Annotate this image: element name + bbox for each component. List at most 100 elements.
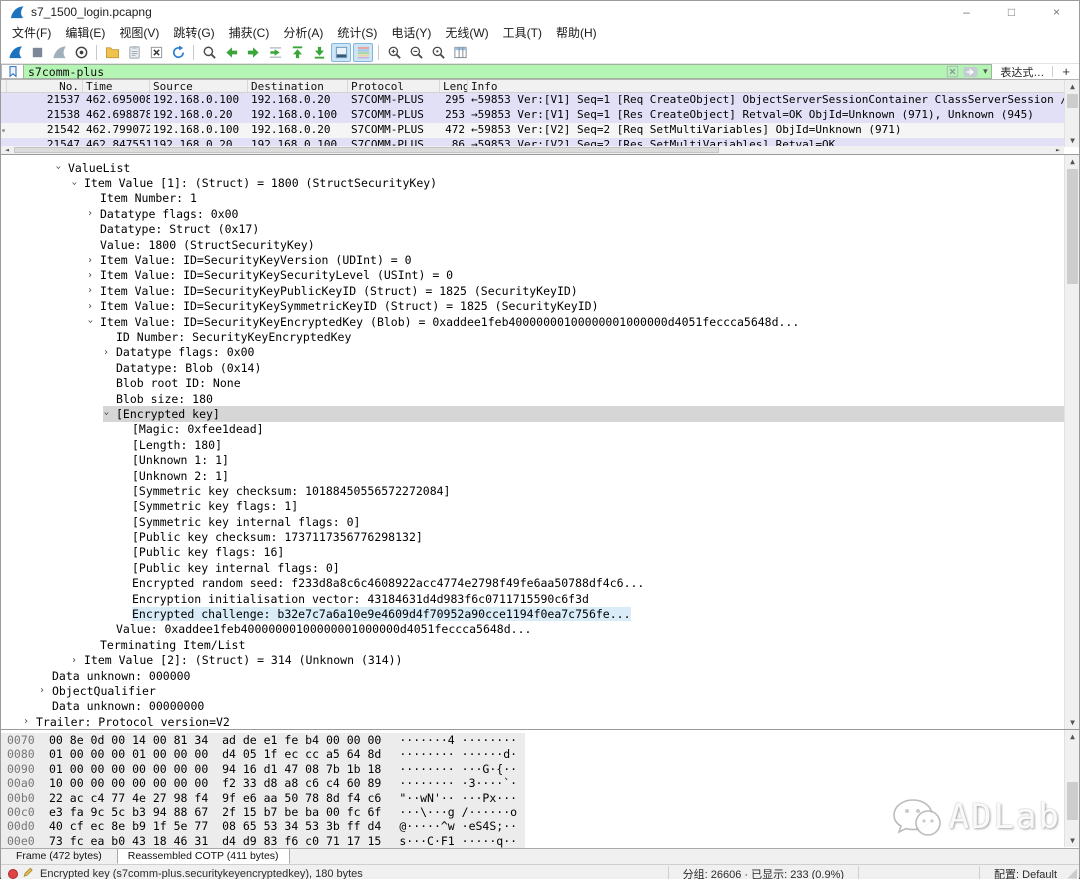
tree-row[interactable]: [Symmetric key flags: 1] bbox=[1, 499, 1079, 514]
collapse-arrow-icon[interactable] bbox=[103, 347, 116, 358]
tree-row[interactable]: [Public key flags: 16] bbox=[1, 545, 1079, 560]
hex-row[interactable]: 00d040 cf ec 8e b9 1f 5e 77 08 65 53 34 … bbox=[1, 819, 1079, 833]
go-forward-icon[interactable] bbox=[243, 43, 263, 62]
tree-row[interactable]: Encrypted challenge: b32e7c7a6a10e9e4609… bbox=[1, 606, 1079, 621]
tree-row[interactable]: Datatype: Blob (0x14) bbox=[1, 360, 1079, 375]
capture-start-icon[interactable] bbox=[5, 43, 25, 62]
hex-row[interactable]: 00a010 00 00 00 00 00 00 00 f2 33 d8 a8 … bbox=[1, 776, 1079, 790]
tree-row[interactable]: Encrypted random seed: f233d8a8c6c460892… bbox=[1, 576, 1079, 591]
tree-row[interactable]: Item Value: ID=SecurityKeyVersion (UDInt… bbox=[1, 252, 1079, 267]
expression-button[interactable]: 表达式… bbox=[992, 64, 1052, 79]
menu-item[interactable]: 编辑(E) bbox=[58, 22, 112, 43]
tree-row[interactable]: [Public key checksum: 173711735677629813… bbox=[1, 529, 1079, 544]
packet-row[interactable]: 21538462.698878192.168.0.20192.168.0.100… bbox=[1, 108, 1079, 123]
collapse-arrow-icon[interactable] bbox=[71, 655, 84, 666]
tree-row[interactable]: [Length: 180] bbox=[1, 437, 1079, 452]
collapse-arrow-icon[interactable] bbox=[87, 270, 100, 281]
hex-row[interactable]: 009001 00 00 00 00 00 00 00 94 16 d1 47 … bbox=[1, 762, 1079, 776]
close-button[interactable]: × bbox=[1034, 1, 1079, 23]
zoom-out-icon[interactable] bbox=[406, 43, 426, 62]
tree-row[interactable]: ValueList bbox=[1, 160, 1079, 175]
menu-item[interactable]: 无线(W) bbox=[438, 22, 495, 43]
hex-row[interactable]: 008001 00 00 00 01 00 00 00 d4 05 1f ec … bbox=[1, 747, 1079, 761]
tree-row[interactable]: Datatype flags: 0x00 bbox=[1, 206, 1079, 221]
tree-row[interactable]: ID Number: SecurityKeyEncryptedKey bbox=[1, 329, 1079, 344]
tree-row[interactable]: Value: 0xaddee1feb4000000010000000100000… bbox=[1, 622, 1079, 637]
hex-row[interactable]: 00b022 ac c4 77 4e 27 98 f4 9f e6 aa 50 … bbox=[1, 791, 1079, 805]
menu-item[interactable]: 捕获(C) bbox=[222, 22, 277, 43]
tree-row[interactable]: Trailer: Protocol version=V2 bbox=[1, 714, 1079, 729]
tree-row[interactable]: Item Value [2]: (Struct) = 314 (Unknown … bbox=[1, 653, 1079, 668]
go-back-icon[interactable] bbox=[221, 43, 241, 62]
packet-row[interactable]: 21537462.695008192.168.0.100192.168.0.20… bbox=[1, 93, 1079, 108]
zoom-reset-icon[interactable] bbox=[428, 43, 448, 62]
menu-item[interactable]: 视图(V) bbox=[112, 22, 166, 43]
filter-dropdown-caret-icon[interactable]: ▾ bbox=[979, 66, 991, 77]
tree-row[interactable]: [Public key internal flags: 0] bbox=[1, 560, 1079, 575]
tree-row[interactable]: Item Value: ID=SecurityKeyEncryptedKey (… bbox=[1, 314, 1079, 329]
hex-row[interactable]: 007000 8e 0d 00 14 00 81 34 ad de e1 fe … bbox=[1, 733, 1079, 747]
tree-row[interactable]: Datatype: Struct (0x17) bbox=[1, 222, 1079, 237]
tree-row[interactable]: Item Value: ID=SecurityKeyPublicKeyID (S… bbox=[1, 283, 1079, 298]
go-last-icon[interactable] bbox=[309, 43, 329, 62]
tree-row[interactable]: [Encrypted key] bbox=[1, 406, 1079, 421]
auto-scroll-icon[interactable] bbox=[331, 43, 351, 62]
expand-arrow-icon[interactable] bbox=[71, 178, 84, 189]
column-header-protocol[interactable]: Protocol bbox=[348, 80, 440, 92]
capture-restart-icon[interactable] bbox=[49, 43, 69, 62]
file-save-icon[interactable] bbox=[124, 43, 144, 62]
column-header-time[interactable]: Time bbox=[83, 80, 150, 92]
menu-item[interactable]: 统计(S) bbox=[330, 22, 384, 43]
menu-item[interactable]: 电话(Y) bbox=[384, 22, 438, 43]
reload-icon[interactable] bbox=[168, 43, 188, 62]
filter-clear-icon[interactable] bbox=[943, 65, 961, 78]
tree-row[interactable]: Data unknown: 000000 bbox=[1, 668, 1079, 683]
status-profile[interactable]: 配置: Default bbox=[979, 866, 1067, 879]
collapse-arrow-icon[interactable] bbox=[87, 255, 100, 266]
tree-row[interactable]: Item Value: ID=SecurityKeySymmetricKeyID… bbox=[1, 299, 1079, 314]
tree-row[interactable]: [Unknown 1: 1] bbox=[1, 452, 1079, 467]
tree-row[interactable]: Item Number: 1 bbox=[1, 191, 1079, 206]
file-open-icon[interactable] bbox=[102, 43, 122, 62]
hex-row[interactable]: 00c0e3 fa 9c 5c b3 94 88 67 2f 15 b7 be … bbox=[1, 805, 1079, 819]
tree-row[interactable]: [Unknown 2: 1] bbox=[1, 468, 1079, 483]
tree-row[interactable]: Terminating Item/List bbox=[1, 637, 1079, 652]
maximize-button[interactable]: □ bbox=[989, 1, 1034, 23]
zoom-in-icon[interactable] bbox=[384, 43, 404, 62]
colorize-icon[interactable] bbox=[353, 43, 373, 62]
tree-row[interactable]: Data unknown: 00000000 bbox=[1, 699, 1079, 714]
tree-row[interactable]: Blob root ID: None bbox=[1, 375, 1079, 390]
column-header-info[interactable]: Info bbox=[468, 80, 1079, 92]
add-filter-button[interactable]: + bbox=[1053, 64, 1079, 79]
find-packet-icon[interactable] bbox=[199, 43, 219, 62]
file-close-icon[interactable] bbox=[146, 43, 166, 62]
byte-view-tab[interactable]: Reassembled COTP (411 bytes) bbox=[117, 848, 290, 864]
tree-row[interactable]: Blob size: 180 bbox=[1, 391, 1079, 406]
expert-info-icon[interactable] bbox=[8, 869, 18, 879]
column-header-leng[interactable]: Leng bbox=[440, 80, 468, 92]
column-header-destination[interactable]: Destination bbox=[248, 80, 348, 92]
collapse-arrow-icon[interactable] bbox=[87, 208, 100, 219]
tree-row[interactable]: Item Value: ID=SecurityKeySecurityLevel … bbox=[1, 268, 1079, 283]
capture-comment-icon[interactable] bbox=[22, 866, 34, 879]
expand-arrow-icon[interactable] bbox=[103, 408, 116, 419]
column-header-source[interactable]: Source bbox=[150, 80, 248, 92]
collapse-arrow-icon[interactable] bbox=[87, 285, 100, 296]
tree-row[interactable]: Item Value [1]: (Struct) = 1800 (StructS… bbox=[1, 175, 1079, 190]
hex-row[interactable]: 00e073 fc ea b0 43 18 46 31 d4 d9 83 f6 … bbox=[1, 834, 1079, 848]
filter-apply-icon[interactable] bbox=[961, 65, 979, 78]
minimize-button[interactable]: – bbox=[944, 1, 989, 23]
detail-vertical-scrollbar[interactable]: ▲ ▼ bbox=[1064, 155, 1079, 729]
tree-row[interactable]: Encryption initialisation vector: 431846… bbox=[1, 591, 1079, 606]
expand-arrow-icon[interactable] bbox=[55, 162, 68, 173]
menu-item[interactable]: 文件(F) bbox=[5, 22, 58, 43]
tree-row[interactable]: [Symmetric key internal flags: 0] bbox=[1, 514, 1079, 529]
expand-arrow-icon[interactable] bbox=[87, 316, 100, 327]
tree-row[interactable]: ObjectQualifier bbox=[1, 683, 1079, 698]
tree-row[interactable]: [Symmetric key checksum: 101884505565722… bbox=[1, 483, 1079, 498]
column-header-no[interactable]: No. bbox=[7, 80, 83, 92]
byte-view-tab[interactable]: Frame (472 bytes) bbox=[5, 848, 113, 864]
display-filter-input[interactable] bbox=[24, 65, 943, 79]
capture-stop-icon[interactable] bbox=[27, 43, 47, 62]
collapse-arrow-icon[interactable] bbox=[23, 716, 36, 727]
